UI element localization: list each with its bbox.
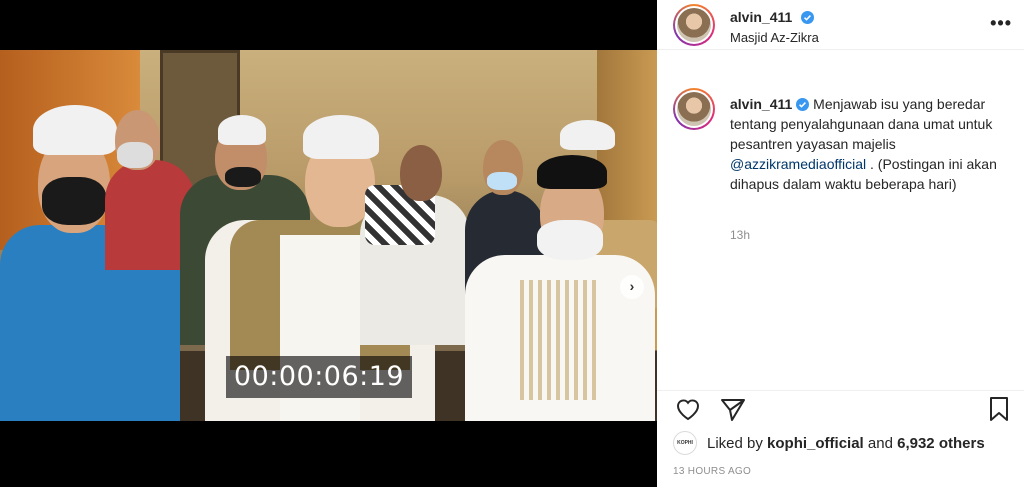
likes-summary: KOPHI Liked by kophi_official and 6,932 … (673, 431, 985, 455)
caption-text: alvin_411 Menjawab isu yang beredar tent… (730, 94, 1000, 194)
caption-username[interactable]: alvin_411 (730, 96, 792, 112)
caption-mention-link[interactable]: @azzikramediaofficial (730, 156, 866, 172)
verified-badge-icon (796, 98, 810, 111)
author-name-wrap: alvin_411 (730, 9, 814, 27)
video-player[interactable]: 00:00:06:19 › (0, 50, 657, 421)
likes-middle: and (867, 434, 893, 452)
post-location[interactable]: Masjid Az-Zikra (730, 30, 819, 45)
author-username[interactable]: alvin_411 (730, 9, 792, 25)
paper-plane-icon[interactable] (718, 394, 748, 424)
video-timecode: 00:00:06:19 (226, 356, 412, 398)
caption-author-avatar[interactable] (673, 88, 715, 130)
liker-username[interactable]: kophi_official (767, 435, 864, 452)
likes-others-link[interactable]: 6,932 others (897, 435, 985, 452)
person-scarf (360, 145, 470, 345)
more-options-icon[interactable]: ••• (990, 13, 1012, 34)
person-right-white (465, 120, 655, 421)
likes-prefix: Liked by (707, 434, 763, 452)
caption-time: 13h (730, 228, 751, 242)
caption-comment: alvin_411 Menjawab isu yang beredar tent… (657, 50, 1024, 390)
author-avatar[interactable] (673, 4, 715, 46)
post-timestamp: 13 HOURS AGO (673, 466, 752, 477)
verified-badge-icon (800, 11, 814, 24)
liker-avatar[interactable]: KOPHI (673, 431, 697, 455)
chevron-right-icon[interactable]: › (620, 275, 644, 299)
heart-icon[interactable] (673, 394, 703, 424)
post-header: alvin_411 Masjid Az-Zikra ••• (657, 0, 1024, 50)
media-pane: 00:00:06:19 › (0, 0, 657, 487)
post-side-panel: alvin_411 Masjid Az-Zikra ••• alvin_411 … (657, 0, 1024, 487)
bookmark-icon[interactable] (984, 394, 1014, 424)
action-bar (657, 390, 1024, 430)
